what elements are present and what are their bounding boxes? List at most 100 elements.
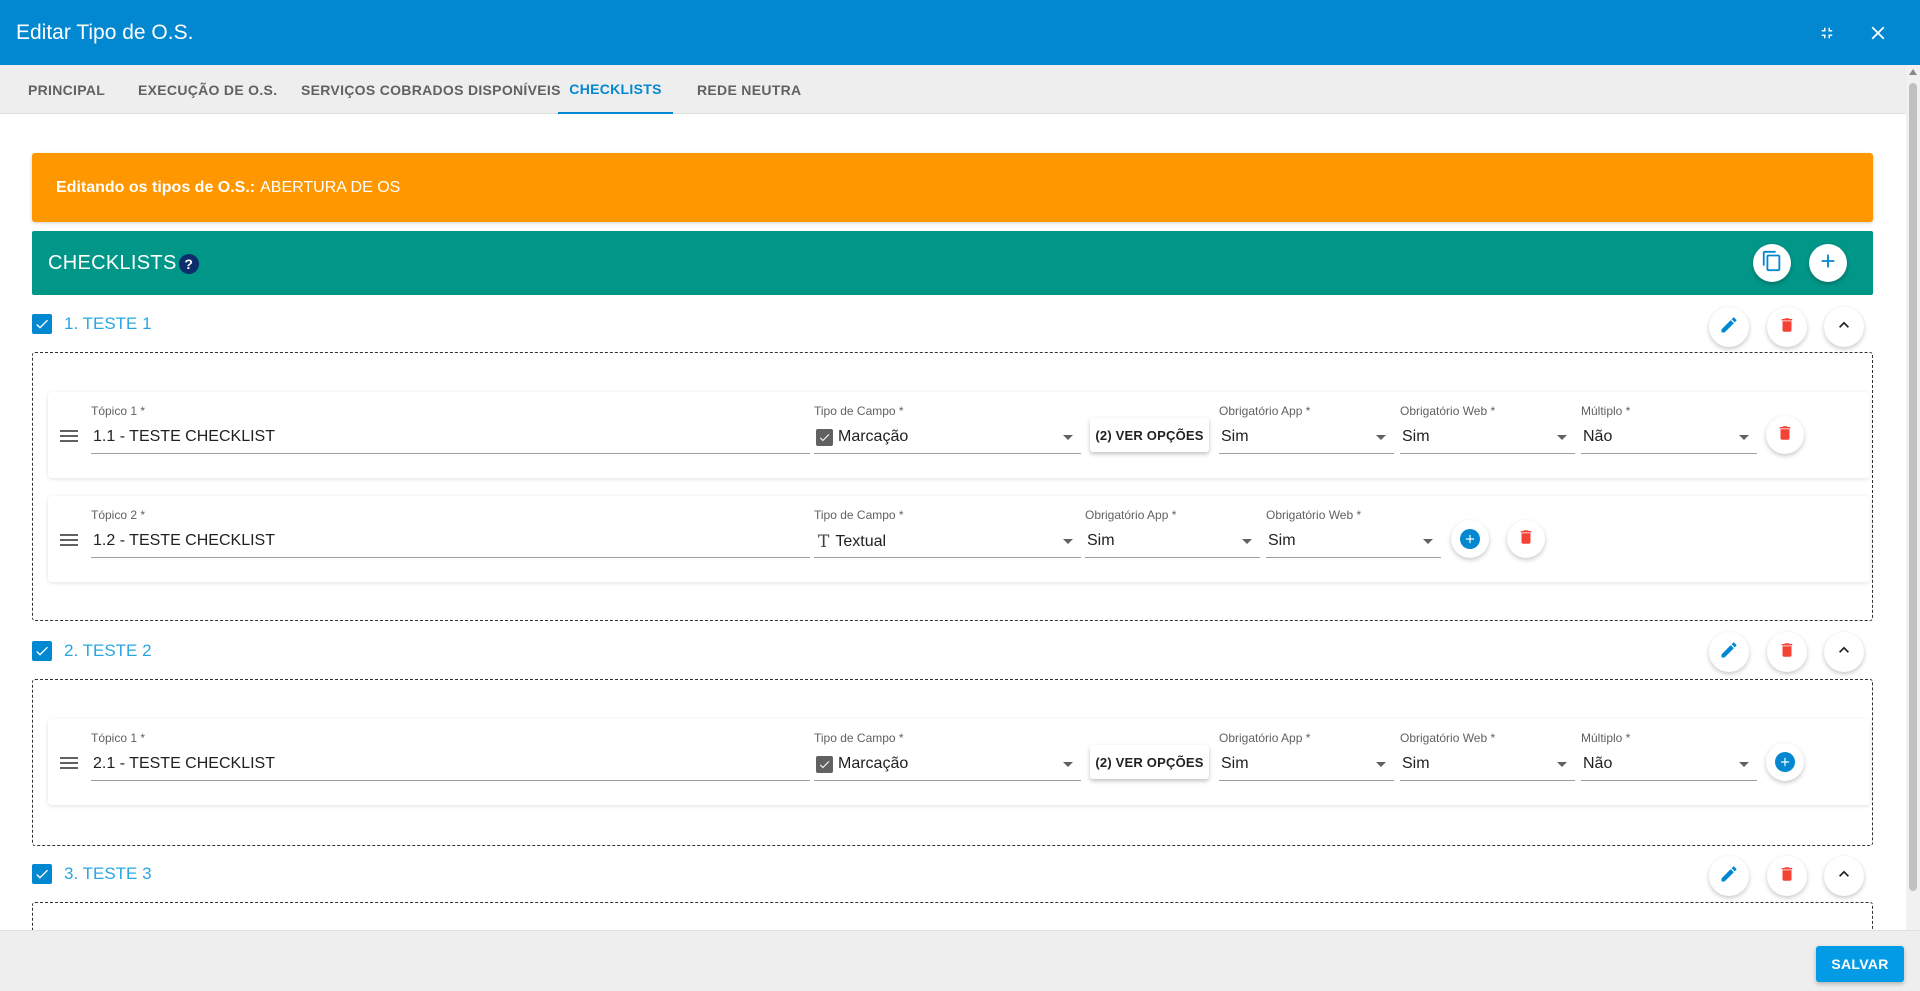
obrigatorio-app-select[interactable]: Obrigatório App * Sim [1219,731,1394,781]
checklist-group-1: 1. TESTE 1 [32,312,152,336]
field-label: Obrigatório App * [1085,508,1177,522]
dialog-footer: SALVAR [0,930,1920,991]
group-title-3[interactable]: 3. TESTE 3 [64,864,152,884]
trash-icon [1778,316,1796,339]
field-value: Marcação [816,428,908,446]
obrigatorio-web-select[interactable]: Obrigatório Web * Sim [1400,404,1575,454]
pencil-icon [1719,640,1739,665]
chevron-down-icon [1063,539,1073,544]
add-checklist-button[interactable] [1809,244,1847,282]
field-label: Obrigatório Web * [1266,508,1362,522]
field-value: 1.2 - TESTE CHECKLIST [93,532,275,549]
topic-name-field[interactable]: Tópico 1 * 1.1 - TESTE CHECKLIST [91,404,810,454]
field-value: Sim [1402,428,1430,445]
add-option-button[interactable] [1766,743,1804,781]
checklist-group-2: 2. TESTE 2 [32,639,152,663]
checklists-content: Editando os tipos de O.S.: ABERTURA DE O… [0,114,1906,930]
delete-group-3-button[interactable] [1767,856,1807,896]
topic-card: Tópico 2 * 1.2 - TESTE CHECKLIST Tipo de… [48,496,1870,582]
delete-topic-button[interactable] [1507,520,1545,558]
tab-rede-neutra[interactable]: REDE NEUTRA [685,65,813,114]
close-icon[interactable] [1863,18,1893,48]
chevron-down-icon [1063,762,1073,767]
delete-group-2-button[interactable] [1767,632,1807,672]
save-button[interactable]: SALVAR [1816,946,1904,982]
ver-opcoes-button[interactable]: (2) VER OPÇÕES [1090,418,1209,452]
edit-group-3-button[interactable] [1709,856,1749,896]
edit-group-1-button[interactable] [1709,307,1749,347]
checkbox-checked-icon[interactable] [32,641,52,661]
delete-topic-button[interactable] [1766,416,1804,454]
field-label: Obrigatório App * [1219,404,1311,418]
checkbox-checked-icon[interactable] [32,314,52,334]
chevron-down-icon [1376,435,1386,440]
chevron-down-icon [1739,435,1749,440]
scroll-up-icon[interactable] [1909,69,1917,75]
add-circle-icon [1460,529,1480,549]
chevron-down-icon [1376,762,1386,767]
checkbox-checked-icon[interactable] [32,864,52,884]
chevron-down-icon [1063,435,1073,440]
field-value: 1.1 - TESTE CHECKLIST [93,428,275,445]
group-title-2[interactable]: 2. TESTE 2 [64,641,152,661]
field-value: T Textual [818,532,887,552]
drag-handle-icon[interactable] [60,534,78,546]
topic-name-field[interactable]: Tópico 2 * 1.2 - TESTE CHECKLIST [91,508,810,558]
drag-handle-icon[interactable] [60,757,78,769]
chevron-up-icon [1834,640,1854,665]
field-label: Obrigatório App * [1219,731,1311,745]
add-option-button[interactable] [1451,520,1489,558]
checklists-header-label: CHECKLISTS [48,251,177,274]
trash-icon [1778,865,1796,888]
tab-principal[interactable]: PRINCIPAL [16,65,117,114]
dialog-title: Editar Tipo de O.S. [16,20,194,44]
chevron-down-icon [1739,762,1749,767]
copy-checklist-button[interactable] [1753,244,1791,282]
field-value: Sim [1268,532,1296,549]
delete-group-1-button[interactable] [1767,307,1807,347]
obrigatorio-web-select[interactable]: Obrigatório Web * Sim [1400,731,1575,781]
chevron-down-icon [1423,539,1433,544]
group-title-1[interactable]: 1. TESTE 1 [64,314,152,334]
obrigatorio-web-select[interactable]: Obrigatório Web * Sim [1266,508,1441,558]
topic-card: Tópico 1 * 2.1 - TESTE CHECKLIST Tipo de… [48,719,1870,805]
alert-value: ABERTURA DE OS [260,178,401,196]
tab-bar: PRINCIPAL EXECUÇÃO DE O.S. SERVIÇOS COBR… [0,65,1920,114]
pencil-icon [1719,315,1739,340]
field-value: Sim [1087,532,1115,549]
obrigatorio-app-select[interactable]: Obrigatório App * Sim [1085,508,1260,558]
field-label: Múltiplo * [1581,731,1631,745]
ver-opcoes-button[interactable]: (2) VER OPÇÕES [1090,745,1209,779]
text-format-icon: T [818,532,830,552]
topic-name-field[interactable]: Tópico 1 * 2.1 - TESTE CHECKLIST [91,731,810,781]
field-label: Obrigatório Web * [1400,731,1496,745]
tab-checklists[interactable]: CHECKLISTS [558,65,673,114]
obrigatorio-app-select[interactable]: Obrigatório App * Sim [1219,404,1394,454]
topic-card: Tópico 1 * 1.1 - TESTE CHECKLIST Tipo de… [48,392,1870,478]
tipo-campo-select[interactable]: Tipo de Campo * Marcação [814,731,1081,781]
checkbox-icon [816,428,833,446]
dialog-titlebar: Editar Tipo de O.S. [0,0,1920,65]
field-value: Não [1583,755,1613,772]
copy-icon [1761,250,1783,277]
tab-execucao[interactable]: EXECUÇÃO DE O.S. [126,65,289,114]
tab-servicos-cobrados[interactable]: SERVIÇOS COBRADOS DISPONÍVEIS [289,65,573,114]
scrollbar[interactable] [1906,65,1920,930]
multiplo-select[interactable]: Múltiplo * Não [1581,404,1757,454]
collapse-group-1-button[interactable] [1824,307,1864,347]
field-value: Sim [1402,755,1430,772]
field-label: Tipo de Campo * [814,404,904,418]
plus-icon [1817,250,1839,277]
tipo-campo-select[interactable]: Tipo de Campo * T Textual [814,508,1081,558]
collapse-group-3-button[interactable] [1824,856,1864,896]
multiplo-select[interactable]: Múltiplo * Não [1581,731,1757,781]
help-icon[interactable]: ? [178,254,199,274]
drag-handle-icon[interactable] [60,430,78,442]
chevron-down-icon [1557,435,1567,440]
tipo-campo-select[interactable]: Tipo de Campo * Marcação [814,404,1081,454]
fullscreen-exit-icon[interactable] [1812,18,1842,48]
checklist-group-3: 3. TESTE 3 [32,862,152,886]
edit-group-2-button[interactable] [1709,632,1749,672]
collapse-group-2-button[interactable] [1824,632,1864,672]
scrollbar-thumb[interactable] [1909,83,1917,891]
